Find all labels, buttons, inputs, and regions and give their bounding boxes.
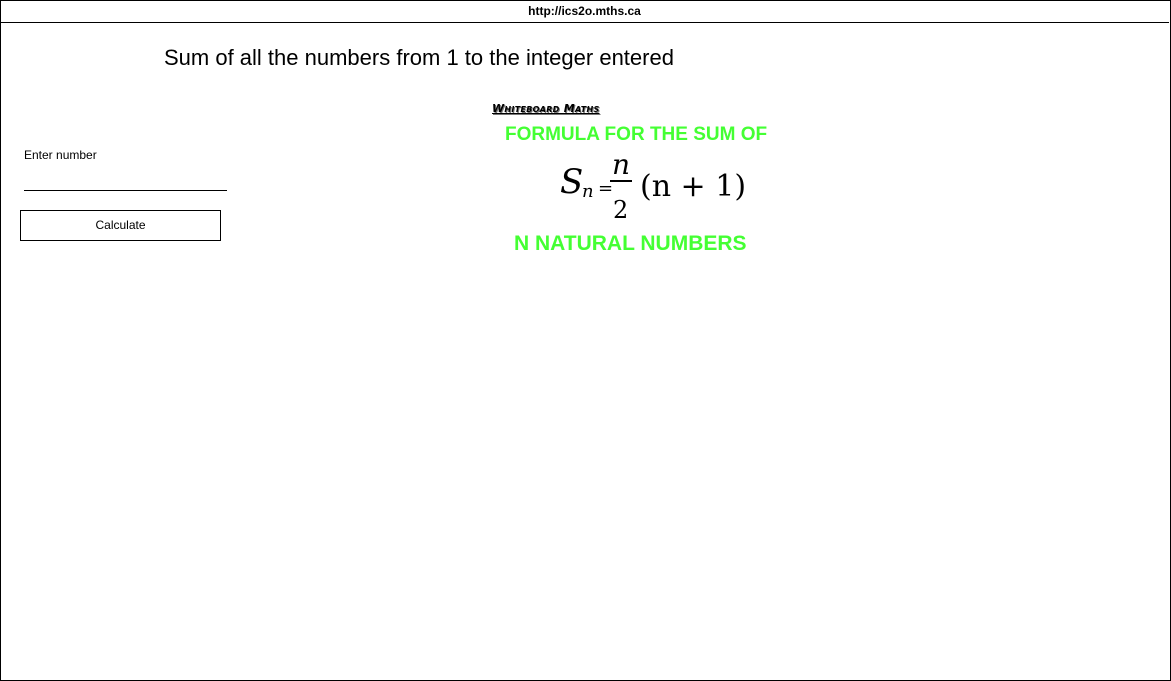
page-title: Sum of all the numbers from 1 to the int…: [164, 45, 674, 70]
calculate-button[interactable]: Calculate: [20, 210, 221, 241]
whiteboard-maths-logo: Whiteboard Maths: [492, 102, 600, 115]
formula-image: Whiteboard Maths FORMULA FOR THE SUM OF …: [492, 100, 792, 260]
url-bar: http://ics2o.mths.ca: [0, 0, 1169, 23]
enter-number-label: Enter number: [24, 148, 97, 162]
eq-numerator: n: [612, 148, 630, 181]
sum-formula-equation: S n = n 2 (n + 1): [560, 148, 746, 224]
formula-top-caption: FORMULA FOR THE SUM OF: [505, 124, 768, 145]
eq-lhs: S: [560, 162, 583, 202]
number-input[interactable]: [24, 172, 227, 191]
eq-denominator: 2: [613, 196, 628, 224]
eq-rhs: (n + 1): [640, 169, 746, 204]
eq-subscript: n: [582, 181, 594, 202]
formula-bottom-caption: N NATURAL NUMBERS: [514, 232, 747, 255]
